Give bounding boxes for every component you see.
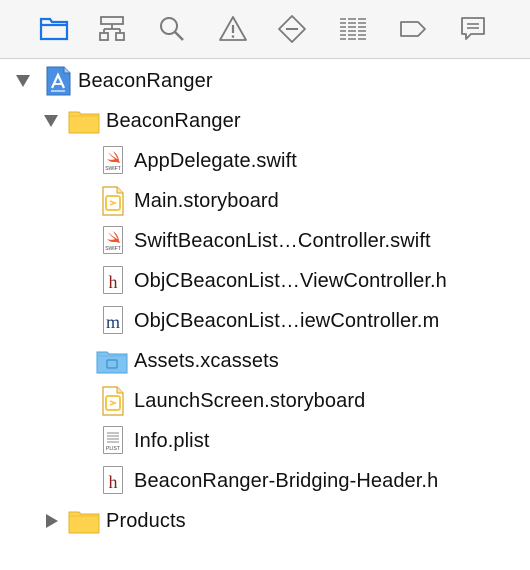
storyboard-file-icon (98, 386, 128, 416)
plist-file-icon: PLIST (98, 426, 128, 456)
file-label: Info.plist (134, 430, 210, 452)
file-label: Assets.xcassets (134, 350, 279, 372)
swift-file-icon: SWIFT (98, 226, 128, 256)
tree-row-file[interactable]: SWIFT SwiftBeaconList…Controller.swift (0, 221, 530, 261)
tree-row-file[interactable]: h ObjCBeaconList…ViewController.h (0, 261, 530, 301)
file-label: LaunchScreen.storyboard (134, 390, 366, 412)
folder-icon (68, 106, 100, 136)
test-navigator-icon[interactable] (275, 12, 309, 46)
symbol-navigator-icon[interactable] (95, 12, 129, 46)
header-file-icon: h (98, 266, 128, 296)
project-navigator-icon[interactable] (37, 12, 71, 46)
tree-row-file[interactable]: Assets.xcassets (0, 341, 530, 381)
tree-row-file[interactable]: m ObjCBeaconList…iewController.m (0, 301, 530, 341)
navigator-toolbar (0, 0, 530, 59)
swift-file-icon: SWIFT (98, 146, 128, 176)
tree-row-file[interactable]: PLIST Info.plist (0, 421, 530, 461)
tree-row-file[interactable]: h BeaconRanger-Bridging-Header.h (0, 461, 530, 501)
disclosure-collapsed-icon[interactable] (44, 513, 60, 529)
file-letter: h (108, 272, 118, 292)
tree-row-project[interactable]: BeaconRanger (0, 61, 530, 101)
disclosure-expanded-icon[interactable] (43, 113, 59, 129)
tree-row-file[interactable]: Main.storyboard (0, 181, 530, 221)
header-file-icon: h (98, 466, 128, 496)
tree-row-file[interactable]: LaunchScreen.storyboard (0, 381, 530, 421)
report-navigator-icon[interactable] (456, 12, 490, 46)
objc-file-icon: m (98, 306, 128, 336)
disclosure-expanded-icon[interactable] (15, 73, 31, 89)
tree-row-products[interactable]: Products (0, 501, 530, 541)
file-label: ObjCBeaconList…iewController.m (134, 310, 440, 332)
project-navigator: BeaconRanger BeaconRanger SWIFT AppDeleg… (0, 59, 530, 570)
tree-row-group[interactable]: BeaconRanger (0, 101, 530, 141)
file-badge: PLIST (106, 446, 120, 452)
file-label: BeaconRanger-Bridging-Header.h (134, 470, 439, 492)
group-label: BeaconRanger (106, 110, 241, 132)
file-badge: SWIFT (105, 166, 121, 172)
file-letter: m (105, 312, 120, 332)
tree-row-file[interactable]: SWIFT AppDelegate.swift (0, 141, 530, 181)
file-label: AppDelegate.swift (134, 150, 297, 172)
storyboard-file-icon (98, 186, 128, 216)
xcode-project-icon (43, 66, 73, 96)
file-letter: h (108, 472, 118, 492)
products-label: Products (106, 510, 186, 532)
file-label: ObjCBeaconList…ViewController.h (134, 270, 447, 292)
file-label: Main.storyboard (134, 190, 279, 212)
file-badge: SWIFT (105, 246, 121, 252)
debug-navigator-icon[interactable] (336, 12, 370, 46)
folder-icon (68, 506, 100, 536)
file-label: SwiftBeaconList…Controller.swift (134, 230, 431, 252)
breakpoint-navigator-icon[interactable] (396, 12, 430, 46)
issue-navigator-icon[interactable] (216, 12, 250, 46)
asset-catalog-icon (96, 346, 128, 376)
find-navigator-icon[interactable] (155, 12, 189, 46)
project-label: BeaconRanger (78, 70, 213, 92)
